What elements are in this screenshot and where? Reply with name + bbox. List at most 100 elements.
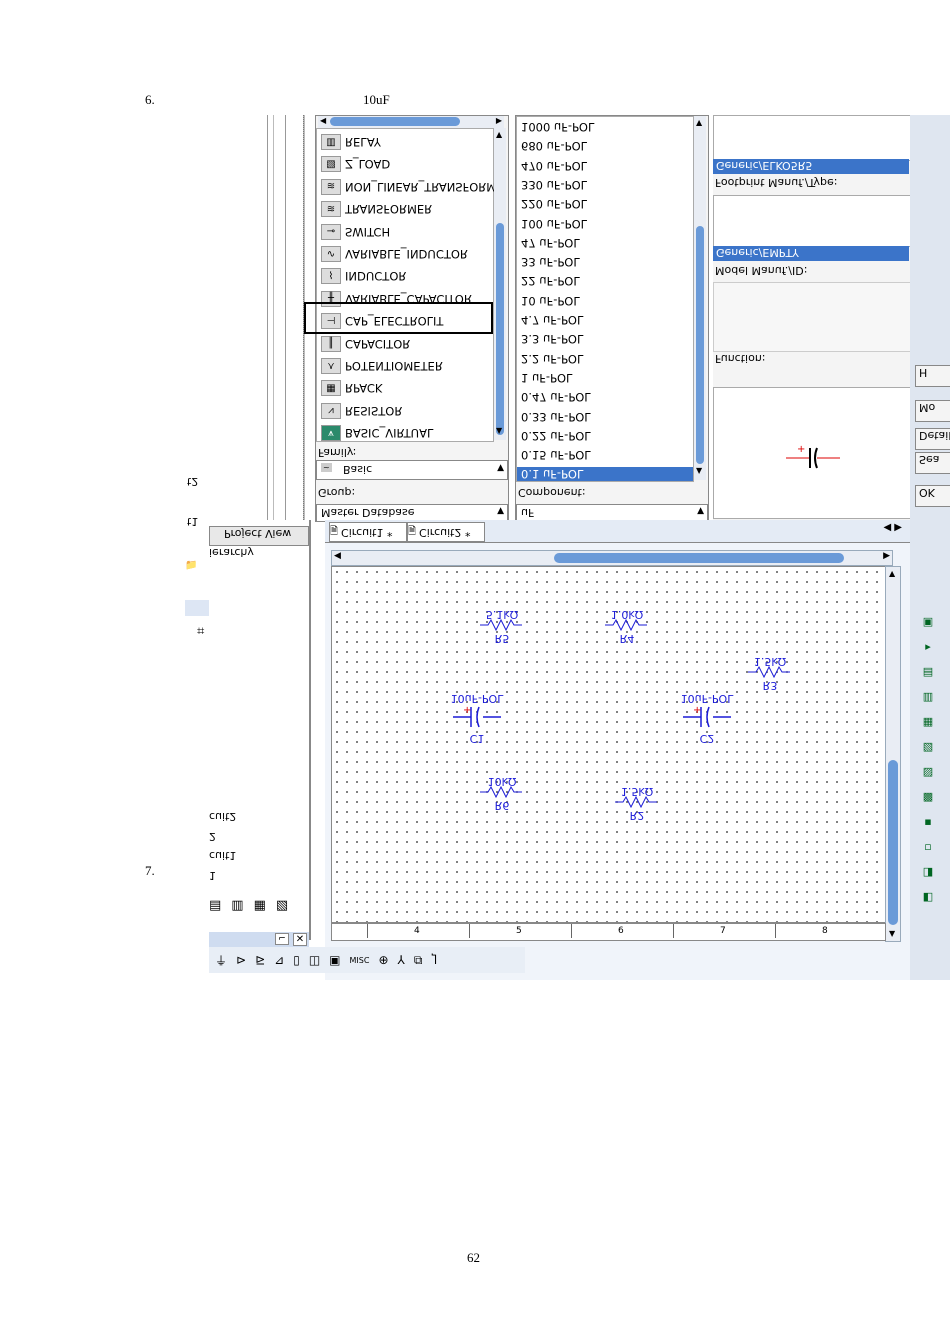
side-button[interactable]: H [915, 365, 950, 387]
scroll-down-icon[interactable]: ▼ [696, 466, 702, 475]
family-item-non-linear-transform[interactable]: ≋ NON_LINEAR_TRANSFORM [317, 178, 496, 196]
component-item[interactable]: 1 uF-POL [521, 371, 572, 385]
family-item-transformer[interactable]: ≋ TRANSFORMER [317, 200, 432, 218]
bus-icon[interactable]: Ⴈ [431, 953, 436, 967]
scroll-thumb[interactable] [330, 117, 460, 126]
family-item-variable-inductor[interactable]: ∿ VARIABLE_INDUCTOR [317, 245, 468, 263]
scroll-thumb[interactable] [496, 223, 504, 435]
capacitor-symbol[interactable]: + [683, 705, 731, 728]
component-item[interactable]: 47 uF-POL [521, 236, 580, 250]
component-item[interactable]: 0.33 uF-POL [521, 410, 591, 424]
misc-label[interactable]: MISC [350, 956, 370, 965]
dropdown-icon[interactable]: ⌐ [275, 933, 289, 945]
side-button[interactable]: Sea [915, 452, 950, 474]
bode-plotter-icon[interactable]: ▦ [923, 715, 933, 728]
component-item[interactable]: 0.15 uF-POL [521, 448, 591, 462]
scroll-thumb[interactable] [888, 760, 898, 925]
family-hscroll[interactable]: ◀ ▶ [318, 116, 504, 128]
family-item-potentiometer[interactable]: ⋎ POTENTIOMETER [317, 357, 443, 375]
scroll-right-icon[interactable]: ▶ [883, 551, 890, 561]
schematic-canvas[interactable]: 5.1kΩ R5 1.0kΩ R4 1.5kΩ R3 +10uF-POL C1 +10uF-PO… [331, 566, 886, 923]
component-item[interactable]: 4.7 uF-POL [521, 313, 583, 327]
spectrum-analyzer-icon[interactable]: ▫ [924, 840, 931, 853]
capacitor-symbol[interactable]: + [453, 705, 501, 728]
family-item-rpack[interactable]: ▦ RPACK [317, 379, 382, 397]
cmos-icon[interactable]: ◫ [309, 953, 320, 967]
transistor-icon[interactable]: ⊵ [255, 953, 265, 967]
scroll-down-icon[interactable]: ▼ [889, 929, 895, 938]
scroll-left-icon[interactable]: ◀ [320, 116, 326, 125]
place-hb-icon[interactable]: ⧉ [414, 953, 423, 968]
scroll-thumb[interactable] [554, 553, 844, 563]
logic-converter-icon[interactable]: ▩ [923, 790, 933, 803]
scroll-up-icon[interactable]: ▲ [496, 130, 502, 139]
family-item-resistor[interactable]: ⩘ RESISTOR [317, 402, 402, 420]
mixed-icon[interactable]: ▣ [329, 953, 340, 967]
tab-project-view[interactable]: Project View [209, 526, 309, 546]
word-generator-icon[interactable]: ▧ [923, 740, 933, 753]
group-select[interactable]: ~ Basic ▲ [316, 460, 508, 480]
dropdown-icon[interactable]: ▲ [497, 463, 504, 473]
folder-icon[interactable]: 📁 [185, 560, 207, 576]
indicator-icon[interactable]: ⊕ [378, 953, 388, 967]
save-icon[interactable]: ▥ [231, 898, 243, 913]
family-item-capacitor[interactable]: ║ CAPACITOR [317, 335, 410, 353]
toolbox-selected-row[interactable] [185, 600, 209, 616]
properties-icon[interactable]: ▧ [276, 898, 288, 913]
component-item[interactable]: 22 uF-POL [521, 274, 580, 288]
logic-analyzer-icon[interactable]: ▨ [923, 765, 933, 778]
scroll-right-icon[interactable]: ▶ [496, 116, 502, 125]
component-item[interactable]: 0.1 uF-POL [517, 467, 693, 482]
family-item-switch[interactable]: ⊸ SWITCH [317, 223, 390, 241]
dropdown-icon[interactable]: ▲ [497, 506, 504, 516]
measurement-probe-icon[interactable]: ◧ [923, 890, 933, 903]
function-generator-icon[interactable]: ▸ [925, 640, 931, 653]
component-item[interactable]: 10 uF-POL [521, 294, 580, 308]
family-item-relay[interactable]: ▥ RELAY [317, 133, 381, 151]
component-item[interactable]: 3.3 uF-POL [521, 332, 583, 346]
distortion-analyzer-icon[interactable]: ▪ [924, 815, 931, 828]
tab-circuit2[interactable]: 🗎 Circuit2 * [407, 522, 485, 542]
component-item[interactable]: 680 uF-POL [521, 139, 587, 153]
diode-icon[interactable]: ⊳ [236, 953, 246, 967]
canvas-hscroll[interactable]: ◀ ▶ [331, 550, 893, 566]
family-item-inductor[interactable]: ⌇ INDUCTOR [317, 267, 406, 285]
component-item[interactable]: 470 uF-POL [521, 159, 587, 173]
component-item[interactable]: 100 uF-POL [521, 217, 587, 231]
multimeter-icon[interactable]: ▣ [923, 615, 933, 628]
ground-icon[interactable]: ⅄ [398, 953, 405, 967]
component-vscroll[interactable]: ▲ ▼ [694, 116, 706, 480]
ttl-icon[interactable]: ▯ [293, 953, 300, 967]
component-item[interactable]: 1000 uF-POL [521, 120, 594, 134]
canvas-vscroll[interactable]: ▲ ▼ [885, 566, 901, 942]
family-item-basic-virtual[interactable]: ⩚ BASIC_VIRTUAL [317, 424, 433, 442]
family-vscroll[interactable]: ▲ ▼ [494, 128, 506, 440]
scroll-up-icon[interactable]: ▲ [696, 118, 702, 127]
component-item[interactable]: 0.22 uF-POL [521, 429, 591, 443]
wattmeter-icon[interactable]: ▤ [923, 665, 933, 678]
component-item[interactable]: 2.2 uF-POL [521, 352, 583, 366]
side-button[interactable]: Detail [915, 428, 950, 450]
analog-icon[interactable]: ⊿ [274, 953, 284, 967]
scroll-up-icon[interactable]: ▲ [889, 569, 895, 578]
network-analyzer-icon[interactable]: ◨ [923, 865, 933, 878]
scroll-left-icon[interactable]: ◀ [334, 551, 341, 561]
scroll-down-icon[interactable]: ▼ [496, 426, 502, 435]
hash-icon[interactable]: ⌗ [197, 624, 204, 639]
new-icon[interactable]: ▦ [254, 898, 266, 913]
dropdown-icon[interactable]: ▲ [697, 506, 704, 516]
oscilloscope-icon[interactable]: ▥ [923, 690, 933, 703]
tab-scroll-icon[interactable]: ◀ ▶ [883, 522, 902, 533]
family-item-z-load[interactable]: ▧ Z_LOAD [317, 155, 390, 173]
side-button[interactable]: OK [915, 485, 950, 507]
source-icon[interactable]: ⏚ [215, 952, 227, 969]
side-button[interactable]: Mo [915, 400, 950, 422]
component-item[interactable]: 220 uF-POL [521, 197, 587, 211]
tab-circuit1[interactable]: 🗎 Circuit1 * [329, 522, 407, 542]
component-item[interactable]: 330 uF-POL [521, 178, 587, 192]
component-item[interactable]: 0.47 uF-POL [521, 390, 591, 404]
close-icon[interactable]: ✕ [293, 933, 307, 946]
open-icon[interactable]: ▤ [209, 898, 221, 913]
scroll-thumb[interactable] [696, 226, 704, 464]
component-item[interactable]: 33 uF-POL [521, 255, 580, 269]
